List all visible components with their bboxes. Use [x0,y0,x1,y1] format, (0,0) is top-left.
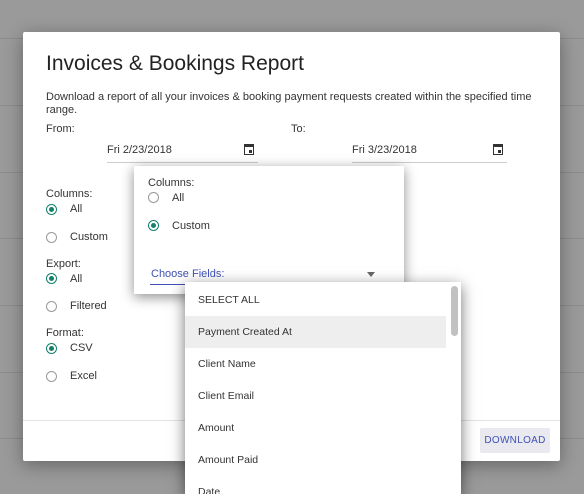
calendar-icon[interactable] [244,144,254,155]
export-filtered-label: Filtered [70,300,107,312]
columns-custom-label: Custom [70,231,108,243]
fields-dropdown-list[interactable]: SELECT ALL Payment Created At Client Nam… [185,282,461,494]
popup-custom-label: Custom [172,220,210,232]
choose-fields-label: Choose Fields: [151,268,225,280]
to-date-value: Fri 3/23/2018 [352,144,417,156]
list-item-client-name[interactable]: Client Name [185,348,446,380]
columns-custom-radio[interactable] [46,232,57,243]
list-item-client-email[interactable]: Client Email [185,380,446,412]
list-scrollbar[interactable] [451,286,458,336]
format-csv-label: CSV [70,342,93,354]
list-item-payment-created-at[interactable]: Payment Created At [185,316,446,348]
export-all-radio[interactable] [46,273,57,284]
columns-label: Columns: [46,188,93,200]
popup-all-radio[interactable] [148,192,159,203]
list-item-select-all[interactable]: SELECT ALL [185,284,446,316]
format-excel-label: Excel [70,370,97,382]
export-filtered-radio[interactable] [46,301,57,312]
columns-all-label: All [70,203,83,215]
from-label: From: [46,123,75,135]
popup-columns-label: Columns: [148,177,195,189]
list-item-date[interactable]: Date [185,476,446,494]
format-excel-radio[interactable] [46,371,57,382]
popup-all-label: All [172,192,185,204]
from-date-value: Fri 2/23/2018 [107,144,172,156]
columns-all-radio[interactable] [46,204,57,215]
dropdown-caret-icon [367,272,375,277]
columns-popup: Columns: All Custom Choose Fields: [134,166,404,294]
export-all-label: All [70,273,83,285]
popup-custom-radio[interactable] [148,220,159,231]
format-csv-radio[interactable] [46,343,57,354]
download-button[interactable]: DOWNLOAD [480,428,550,453]
list-item-amount[interactable]: Amount [185,412,446,444]
dialog-title: Invoices & Bookings Report [46,52,304,75]
calendar-icon[interactable] [493,144,503,155]
to-date-field[interactable]: Fri 3/23/2018 [352,142,507,163]
to-label: To: [291,123,306,135]
from-date-field[interactable]: Fri 2/23/2018 [107,142,258,163]
dialog-description: Download a report of all your invoices &… [46,91,532,116]
format-label: Format: [46,327,84,339]
list-item-amount-paid[interactable]: Amount Paid [185,444,446,476]
export-label: Export: [46,258,81,270]
